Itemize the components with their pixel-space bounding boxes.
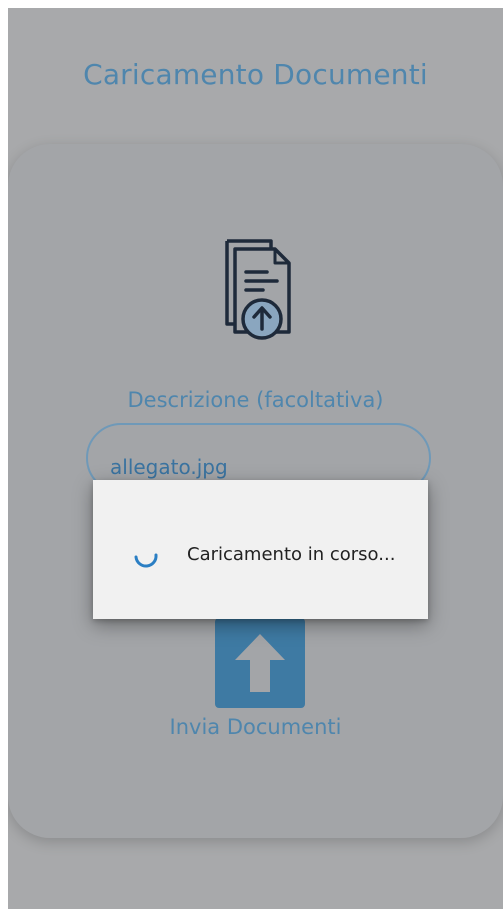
send-documents-label[interactable]: Invia Documenti (8, 715, 503, 739)
loading-dialog: Caricamento in corso... (93, 480, 428, 619)
description-label: Descrizione (facoltativa) (127, 388, 384, 412)
app-screen: Caricamento Documenti Descrizione (facol… (8, 8, 503, 909)
document-upload-icon (213, 236, 297, 348)
loading-spinner-icon (131, 542, 161, 572)
loading-message: Caricamento in corso... (187, 544, 396, 565)
page-title: Caricamento Documenti (83, 58, 428, 91)
send-documents-button[interactable] (215, 618, 305, 708)
